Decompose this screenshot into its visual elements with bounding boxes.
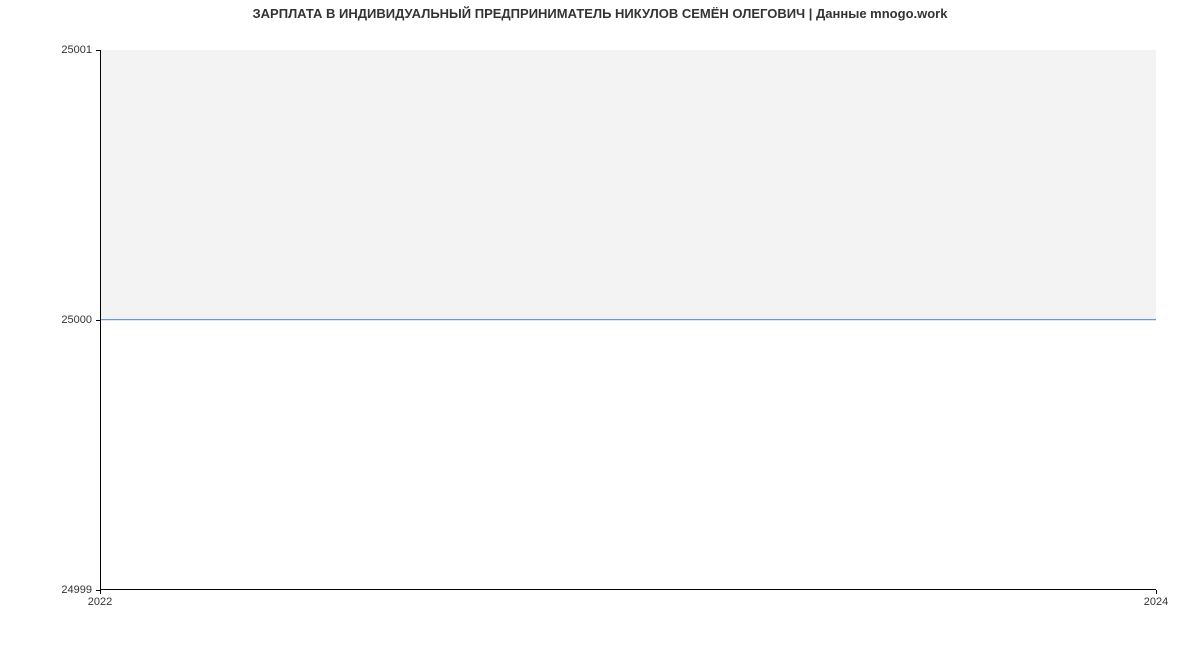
series-line bbox=[101, 319, 1156, 320]
y-tick-label: 24999 bbox=[0, 584, 92, 596]
plot-area bbox=[100, 50, 1156, 590]
x-tick-label: 2024 bbox=[1144, 596, 1168, 608]
chart-title: ЗАРПЛАТА В ИНДИВИДУАЛЬНЫЙ ПРЕДПРИНИМАТЕЛ… bbox=[0, 6, 1200, 21]
x-tick bbox=[100, 590, 101, 594]
y-tick-label: 25000 bbox=[0, 314, 92, 326]
salary-chart: ЗАРПЛАТА В ИНДИВИДУАЛЬНЫЙ ПРЕДПРИНИМАТЕЛ… bbox=[0, 0, 1200, 650]
area-fill bbox=[101, 50, 1156, 320]
x-tick-label: 2022 bbox=[88, 596, 112, 608]
x-tick bbox=[1156, 590, 1157, 594]
y-tick-label: 25001 bbox=[0, 44, 92, 56]
